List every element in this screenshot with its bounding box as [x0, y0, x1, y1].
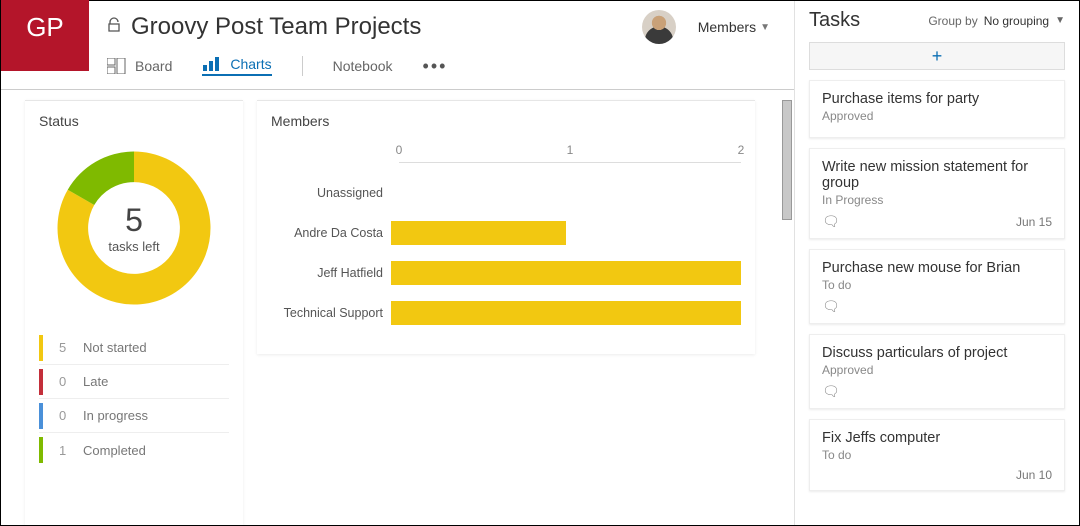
task-status: To do: [822, 448, 1052, 462]
task-title: Fix Jeffs computer: [822, 430, 1052, 446]
content-scrollbar[interactable]: [782, 100, 792, 220]
bar-fill: [391, 221, 566, 245]
task-status: In Progress: [822, 193, 1052, 207]
legend-count: 5: [59, 340, 83, 355]
status-card-title: Status: [39, 113, 229, 129]
add-task-button[interactable]: +: [809, 42, 1065, 70]
chevron-down-icon: ▼: [1055, 15, 1065, 26]
tasks-panel-title: Tasks: [809, 9, 860, 32]
bar-label: Technical Support: [271, 306, 391, 320]
status-donut: 5 tasks left: [49, 143, 219, 313]
comment-icon: 🗨: [822, 213, 840, 230]
legend-swatch: [39, 437, 43, 463]
comment-icon: 🗨: [822, 383, 840, 400]
bar-row: Andre Da Costa: [271, 213, 741, 253]
tab-board-label: Board: [135, 58, 172, 74]
task-title: Purchase new mouse for Brian: [822, 260, 1052, 276]
legend-count: 0: [59, 408, 83, 423]
members-card: Members 0 1 2 Unassigned Andre Da Costa Jeff…: [257, 100, 755, 354]
task-card[interactable]: Fix Jeffs computer To do Jun 10: [809, 419, 1065, 491]
task-card[interactable]: Write new mission statement for group In …: [809, 148, 1065, 239]
bar-row: Technical Support: [271, 293, 741, 333]
donut-center-number: 5: [125, 202, 143, 239]
lock-icon: [107, 17, 121, 38]
bar-track: [391, 261, 741, 285]
task-title: Purchase items for party: [822, 91, 1052, 107]
task-card[interactable]: Purchase items for party Approved: [809, 80, 1065, 138]
legend-label: Completed: [83, 443, 146, 458]
task-card[interactable]: Discuss particulars of project Approved 🗨: [809, 334, 1065, 409]
status-card: Status 5 tasks left 5Not started0Late0In…: [25, 100, 243, 525]
bar-track: [391, 181, 741, 205]
legend-row: 0Late: [39, 365, 229, 399]
bar-label: Unassigned: [271, 186, 391, 200]
axis-tick: 0: [396, 143, 403, 157]
tab-separator: [302, 56, 303, 76]
tab-notebook-label: Notebook: [333, 58, 393, 74]
legend-label: In progress: [83, 408, 148, 423]
task-status: Approved: [822, 109, 1052, 123]
members-card-title: Members: [271, 113, 741, 129]
members-dropdown-label: Members: [698, 19, 756, 35]
task-card[interactable]: Purchase new mouse for Brian To do 🗨: [809, 249, 1065, 324]
charts-icon: [202, 56, 222, 72]
task-due: Jun 15: [1016, 215, 1052, 229]
members-dropdown[interactable]: Members ▼: [698, 19, 770, 35]
task-status: To do: [822, 278, 1052, 292]
tab-charts-label: Charts: [230, 56, 271, 72]
tasks-panel: Tasks Group by No grouping ▼ + Purchase …: [794, 1, 1079, 525]
axis-tick: 1: [567, 143, 574, 157]
tab-charts[interactable]: Charts: [202, 56, 271, 76]
legend-label: Not started: [83, 340, 147, 355]
legend-label: Late: [83, 374, 108, 389]
tab-board[interactable]: Board: [107, 58, 172, 74]
axis-tick: 2: [738, 143, 745, 157]
groupby-value: No grouping: [984, 14, 1049, 28]
bar-fill: [391, 261, 741, 285]
legend-row: 1Completed: [39, 433, 229, 467]
avatar[interactable]: [642, 10, 676, 44]
legend-row: 0In progress: [39, 399, 229, 433]
legend-count: 0: [59, 374, 83, 389]
bar-track: [391, 221, 741, 245]
bar-label: Andre Da Costa: [271, 226, 391, 240]
task-title: Discuss particulars of project: [822, 345, 1052, 361]
bar-row: Unassigned: [271, 173, 741, 213]
legend-row: 5Not started: [39, 331, 229, 365]
bar-label: Jeff Hatfield: [271, 266, 391, 280]
task-status: Approved: [822, 363, 1052, 377]
bar-row: Jeff Hatfield: [271, 253, 741, 293]
task-title: Write new mission statement for group: [822, 159, 1052, 191]
project-title: Groovy Post Team Projects: [131, 13, 642, 41]
donut-center-label: tasks left: [108, 239, 159, 254]
legend-count: 1: [59, 443, 83, 458]
tab-notebook[interactable]: Notebook: [333, 58, 393, 74]
groupby-label: Group by: [928, 14, 977, 28]
chevron-down-icon: ▼: [760, 22, 770, 33]
board-icon: [107, 58, 127, 74]
legend-swatch: [39, 369, 43, 395]
groupby-dropdown[interactable]: Group by No grouping ▼: [928, 14, 1065, 28]
comment-icon: 🗨: [822, 298, 840, 315]
legend-swatch: [39, 403, 43, 429]
bar-fill: [391, 301, 741, 325]
legend-swatch: [39, 335, 43, 361]
task-due: Jun 10: [1016, 468, 1052, 482]
bar-track: [391, 301, 741, 325]
more-menu[interactable]: •••: [423, 56, 448, 77]
